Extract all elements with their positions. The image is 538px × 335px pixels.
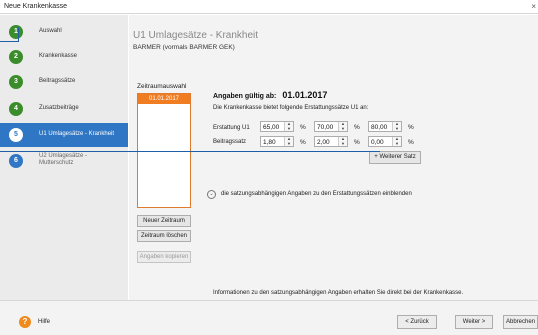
copy-values-button[interactable]: Angaben kopieren: [137, 251, 191, 263]
beitrag-label: Beitragssatz: [213, 139, 247, 145]
stepper-value: 1,80: [263, 139, 276, 146]
main-panel: U1 Umlagesätze - Krankheit BARMER (vorma…: [129, 15, 538, 300]
stepper-arrows-icon[interactable]: ▲ ▼: [392, 136, 401, 146]
footer-bar: ? Hilfe < Zurück Weiter > Abbrechen: [0, 300, 538, 335]
chevron-down-icon[interactable]: ⌄: [207, 190, 216, 199]
stepper-value: 2,00: [317, 139, 330, 146]
sidebar-item-zusatzbeitraege[interactable]: 4 Zusatzbeiträge: [0, 97, 128, 121]
sidebar-item-krankenkasse[interactable]: 2 Krankenkasse: [0, 45, 128, 69]
stepper-value: 0,00: [371, 139, 384, 146]
erstattung-rate-2-stepper[interactable]: 70,00 ▲ ▼: [314, 121, 348, 132]
sidebar-item-label: U2 Umlagesätze - Mutterschutz: [39, 153, 88, 166]
add-rate-button[interactable]: + Weiterer Satz: [369, 151, 421, 164]
valid-from-date: 01.01.2017: [282, 90, 328, 100]
info-text: Informationen zu den satzungsabhängigen …: [213, 290, 464, 296]
step-number-badge: 6: [9, 154, 23, 168]
rates-description: Die Krankenkasse bietet folgende Erstatt…: [213, 105, 369, 111]
wizard-sidebar: 1 Auswahl 2 Krankenkasse 3 Beitragssätze…: [0, 15, 128, 300]
sidebar-item-u1-umlagesaetze[interactable]: 5 U1 Umlagesätze - Krankheit: [0, 123, 128, 147]
help-label[interactable]: Hilfe: [38, 319, 50, 325]
help-icon[interactable]: ?: [19, 316, 31, 328]
page-title: U1 Umlagesätze - Krankheit: [133, 30, 259, 41]
annotation-line: [0, 41, 18, 42]
stepper-value: 65,00: [263, 124, 280, 131]
stepper-value: 80,00: [371, 124, 388, 131]
sidebar-item-label: Krankenkasse: [39, 53, 78, 59]
step-number-badge: 1: [9, 25, 23, 39]
next-button[interactable]: Weiter >: [455, 315, 493, 329]
percent-sign: %: [354, 124, 360, 131]
stepper-arrows-icon[interactable]: ▲ ▼: [338, 136, 347, 146]
sidebar-item-label: Beitragssätze: [39, 78, 76, 84]
stepper-arrows-icon[interactable]: ▲ ▼: [338, 121, 347, 131]
percent-sign: %: [408, 124, 414, 131]
title-bar: Neue Krankenkasse ×: [0, 0, 538, 14]
percent-sign: %: [354, 139, 360, 146]
back-button[interactable]: < Zurück: [397, 315, 437, 329]
sidebar-item-u2-umlagesaetze[interactable]: 6 U2 Umlagesätze - Mutterschutz: [0, 149, 128, 173]
erstattung-rate-3-stepper[interactable]: 80,00 ▲ ▼: [368, 121, 402, 132]
new-period-button[interactable]: Neuer Zeitraum: [137, 215, 191, 227]
valid-from-label: Angaben gültig ab:: [213, 93, 277, 100]
stepper-arrows-icon[interactable]: ▲ ▼: [284, 121, 293, 131]
step-number-badge: 4: [9, 102, 23, 116]
period-item-selected[interactable]: 01.01.2017: [138, 94, 190, 104]
cancel-button[interactable]: Abbrechen: [503, 315, 538, 329]
beitrag-rate-3-stepper[interactable]: 0,00 ▲ ▼: [368, 136, 402, 147]
valid-from-heading: Angaben gültig ab: 01.01.2017: [213, 90, 327, 100]
step-number-badge: 3: [9, 75, 23, 89]
delete-period-button[interactable]: Zeitraum löschen: [137, 230, 191, 242]
beitrag-rate-1-stepper[interactable]: 1,80 ▲ ▼: [260, 136, 294, 147]
erstattung-rate-1-stepper[interactable]: 65,00 ▲ ▼: [260, 121, 294, 132]
expander-label: die satzungsabhängigen Angaben zu den Er…: [221, 191, 412, 197]
sidebar-item-beitragssaetze[interactable]: 3 Beitragssätze: [0, 70, 128, 94]
step-number-badge: 2: [9, 50, 23, 64]
stepper-arrows-icon[interactable]: ▲ ▼: [284, 136, 293, 146]
percent-sign: %: [300, 124, 306, 131]
period-list-label: Zeitraumauswahl: [137, 83, 187, 90]
percent-sign: %: [300, 139, 306, 146]
beitrag-rate-2-stepper[interactable]: 2,00 ▲ ▼: [314, 136, 348, 147]
percent-sign: %: [408, 139, 414, 146]
stepper-arrows-icon[interactable]: ▲ ▼: [392, 121, 401, 131]
page-subtitle: BARMER (vormals BARMER GEK): [133, 44, 235, 51]
stepper-value: 70,00: [317, 124, 334, 131]
sidebar-item-label: Zusatzbeiträge: [39, 105, 79, 111]
annotation-line: [18, 27, 19, 42]
erstattung-label: Erstattung U1: [213, 125, 250, 131]
step-number-badge: 5: [9, 128, 23, 142]
sidebar-item-label: U1 Umlagesätze - Krankheit: [39, 131, 115, 137]
close-icon[interactable]: ×: [531, 2, 536, 11]
sidebar-item-label: Auswahl: [39, 28, 62, 34]
sidebar-item-auswahl[interactable]: 1 Auswahl: [0, 20, 128, 44]
window-title: Neue Krankenkasse: [4, 3, 68, 10]
annotation-line: [0, 151, 380, 152]
